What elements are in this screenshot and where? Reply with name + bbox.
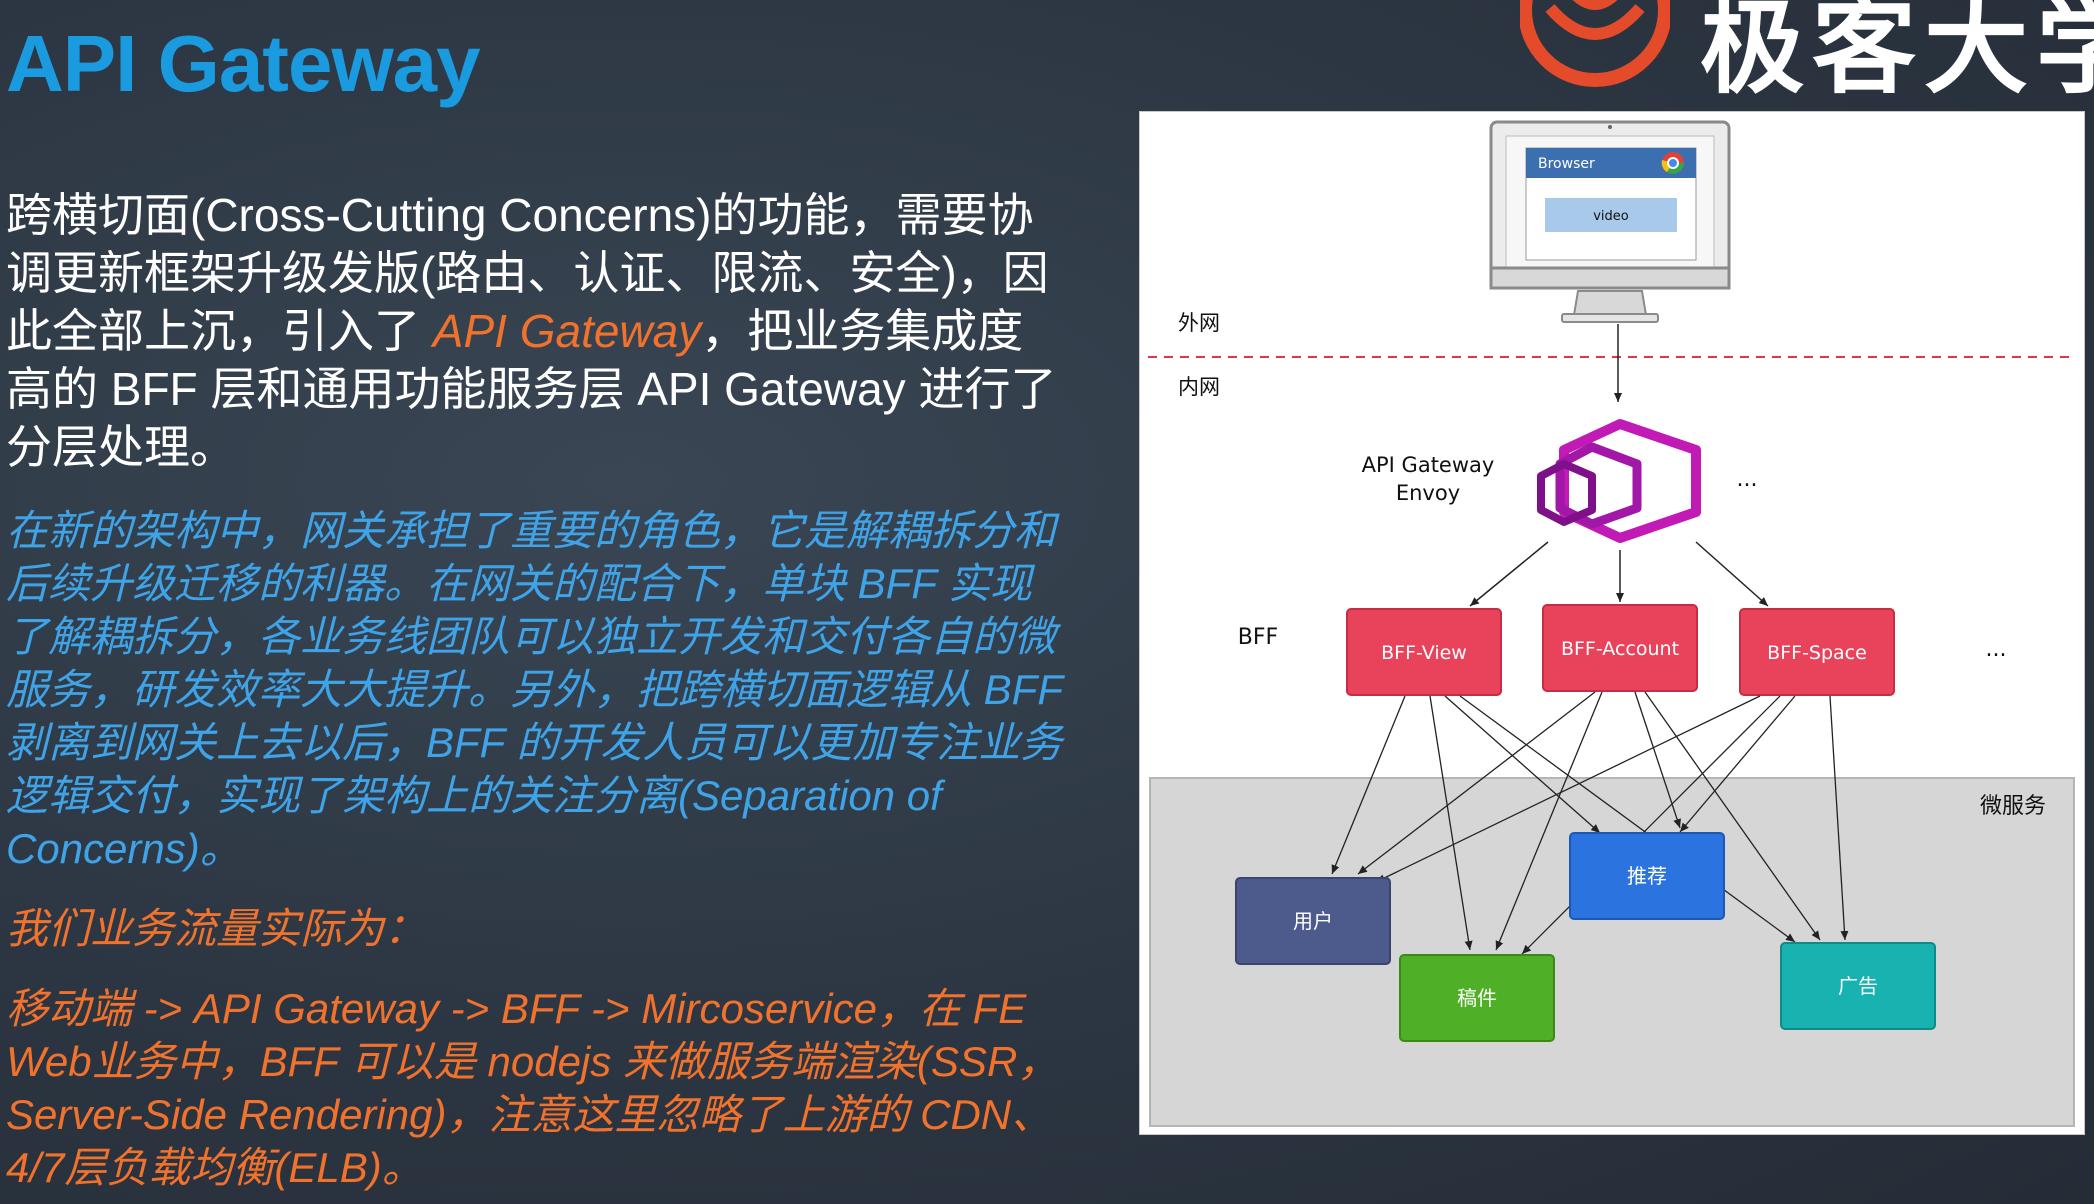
bff-account-label: BFF-Account bbox=[1561, 638, 1679, 660]
bff-view-label: BFF-View bbox=[1381, 642, 1467, 664]
traffic-paragraph: 移动端 -> API Gateway -> BFF -> Mircoservic… bbox=[6, 985, 1060, 1191]
svc-ad-label: 广告 bbox=[1838, 974, 1878, 998]
logo-text: 极客大学 bbox=[1700, 0, 2094, 98]
browser-label: Browser bbox=[1538, 156, 1595, 172]
svc-recommend-label: 推荐 bbox=[1627, 864, 1667, 888]
jike-university-logo: 极客大学 bbox=[1520, 0, 2094, 98]
bff-row-label: BFF bbox=[1238, 625, 1278, 650]
gateway-label-line1: API Gateway bbox=[1362, 453, 1495, 477]
svc-draft-label: 稿件 bbox=[1457, 986, 1497, 1010]
microservice-label: 微服务 bbox=[1980, 794, 2046, 819]
arrow-gateway-bff-view bbox=[1469, 541, 1549, 607]
intro-highlight: API Gateway bbox=[432, 305, 702, 357]
inner-net-label: 内网 bbox=[1178, 375, 1220, 399]
architecture-paragraph: 在新的架构中，网关承担了重要的角色，它是解耦拆分和后续升级迁移的利器。在网关的配… bbox=[6, 507, 1063, 872]
bff-space-label: BFF-Space bbox=[1767, 642, 1867, 664]
gateway-label-line2: Envoy bbox=[1396, 481, 1460, 505]
intro-paragraph: 跨横切面(Cross-Cutting Concerns)的功能，需要协调更新框架… bbox=[6, 186, 1066, 476]
page-title: API Gateway bbox=[6, 19, 481, 108]
gateway-more: ... bbox=[1737, 467, 1758, 492]
envoy-icon bbox=[1537, 419, 1701, 543]
outer-net-label: 外网 bbox=[1178, 311, 1220, 335]
svc-user-label: 用户 bbox=[1293, 909, 1333, 933]
traffic-heading: 我们业务流量实际为： bbox=[6, 905, 427, 952]
arrow-gateway-bff-space bbox=[1695, 541, 1769, 607]
video-label: video bbox=[1593, 209, 1629, 224]
architecture-diagram: 微服务 Browser video 外网 内网 API Gateway Envo… bbox=[1139, 111, 2085, 1135]
logo-emblem-icon bbox=[1520, 0, 1670, 87]
bff-more: ... bbox=[1986, 637, 2007, 662]
